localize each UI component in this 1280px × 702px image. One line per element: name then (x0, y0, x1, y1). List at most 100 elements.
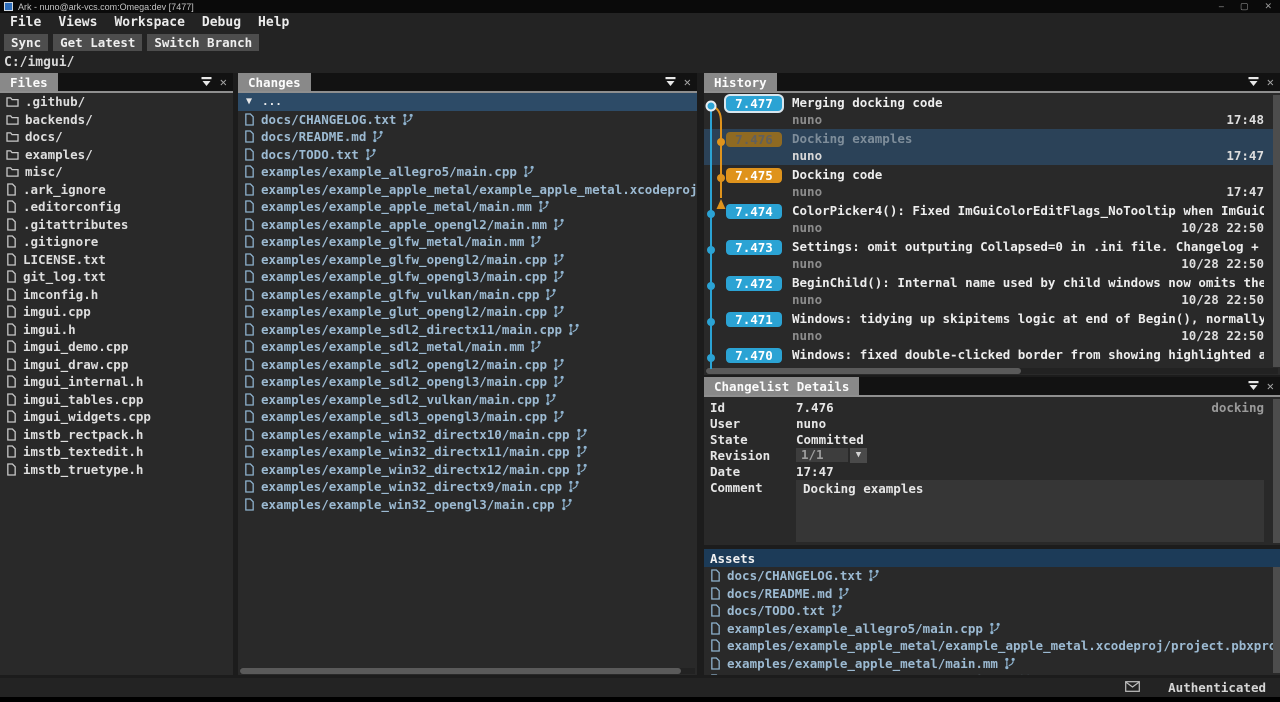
file-tree-item[interactable]: imgui_widgets.cpp (0, 408, 233, 426)
changed-file-row[interactable]: examples/example_sdl3_opengl3/main.cpp (238, 408, 697, 426)
menu-item[interactable]: File (10, 15, 41, 30)
file-tree-item[interactable]: imgui.h (0, 321, 233, 339)
revision-dropdown[interactable]: ▼ (850, 448, 867, 463)
changed-file-row[interactable]: docs/README.md (238, 128, 697, 146)
file-tree-item[interactable]: imgui_tables.cpp (0, 391, 233, 409)
changed-file-row[interactable]: examples/example_sdl2_vulkan/main.cpp (238, 391, 697, 409)
filter-icon[interactable] (1248, 77, 1259, 87)
toolbar-button[interactable]: Sync (4, 34, 48, 51)
filter-icon[interactable] (665, 77, 676, 87)
changed-file-row[interactable]: examples/example_apple_opengl2/main.mm (238, 216, 697, 234)
file-tree-item[interactable]: LICENSE.txt (0, 251, 233, 269)
changed-file-row[interactable]: examples/example_win32_directx11/main.cp… (238, 443, 697, 461)
changed-file-row[interactable]: examples/example_sdl2_opengl2/main.cpp (238, 356, 697, 374)
file-tree-item[interactable]: .editorconfig (0, 198, 233, 216)
changed-file-row[interactable]: examples/example_sdl2_metal/main.mm (238, 338, 697, 356)
close-icon[interactable]: ✕ (684, 76, 691, 88)
file-tree-item[interactable]: imgui.cpp (0, 303, 233, 321)
history-commit-row[interactable]: 7.474 ColorPicker4(): Fixed ImGuiColorEd… (704, 201, 1280, 237)
changes-horizontal-scrollbar[interactable] (240, 668, 695, 674)
file-tree-item[interactable]: imgui_draw.cpp (0, 356, 233, 374)
toolbar-button[interactable]: Get Latest (53, 34, 142, 51)
file-tree-item[interactable]: misc/ (0, 163, 233, 181)
asset-file-row[interactable]: examples/example_apple_metal/example_app… (704, 637, 1280, 655)
changed-file-row[interactable]: examples/example_apple_metal/example_app… (238, 181, 697, 199)
file-tree-item[interactable]: .github/ (0, 93, 233, 111)
file-tree-item[interactable]: .ark_ignore (0, 181, 233, 199)
history-commit-row[interactable]: 7.476 Docking examples nuno 17:47 (704, 129, 1280, 165)
history-commit-row[interactable]: 7.475 Docking code nuno 17:47 (704, 165, 1280, 201)
changed-file-row[interactable]: examples/example_win32_directx12/main.cp… (238, 461, 697, 479)
file-tree-item[interactable]: .gitattributes (0, 216, 233, 234)
changes-panel-tab[interactable]: Changes (238, 73, 311, 91)
close-icon[interactable]: ✕ (1267, 380, 1274, 392)
file-tree-item[interactable]: imgui_internal.h (0, 373, 233, 391)
changed-file-row[interactable]: examples/example_win32_directx9/main.cpp (238, 478, 697, 496)
changed-file-row[interactable]: examples/example_glfw_opengl3/main.cpp (238, 268, 697, 286)
menu-item[interactable]: Views (58, 15, 97, 30)
file-tree-item[interactable]: examples/ (0, 146, 233, 164)
changed-file-row[interactable]: examples/example_apple_metal/main.mm (238, 198, 697, 216)
changes-root-row[interactable]: ▼ ... (238, 93, 697, 111)
assets-vertical-scrollbar[interactable] (1273, 567, 1280, 673)
file-tree-item[interactable]: backends/ (0, 111, 233, 129)
asset-file-row[interactable]: examples/example_allegro5/main.cpp (704, 620, 1280, 638)
changed-file-row[interactable]: examples/example_win32_directx10/main.cp… (238, 426, 697, 444)
file-tree-item[interactable]: .gitignore (0, 233, 233, 251)
details-panel-tab[interactable]: Changelist Details (704, 377, 859, 395)
revision-value[interactable]: 1/1 (796, 448, 848, 462)
changed-file-row[interactable]: examples/example_glfw_metal/main.mm (238, 233, 697, 251)
changed-file-row[interactable]: examples/example_allegro5/main.cpp (238, 163, 697, 181)
commit-id-badge: 7.471 (726, 312, 782, 327)
close-icon[interactable]: ✕ (220, 76, 227, 88)
file-tree-item[interactable]: imstb_textedit.h (0, 443, 233, 461)
commit-id-badge: 7.474 (726, 204, 782, 219)
changed-file-row[interactable]: examples/example_glfw_opengl2/main.cpp (238, 251, 697, 269)
history-commit-row[interactable]: 7.477 Merging docking code nuno 17:48 (704, 93, 1280, 129)
changed-file-row[interactable]: docs/TODO.txt (238, 146, 697, 164)
changed-file-row[interactable]: examples/example_sdl2_opengl3/main.cpp (238, 373, 697, 391)
history-vertical-scrollbar[interactable] (1273, 95, 1280, 367)
asset-file-row[interactable]: docs/TODO.txt (704, 602, 1280, 620)
files-panel-tab[interactable]: Files (0, 73, 58, 91)
asset-file-row[interactable]: docs/README.md (704, 585, 1280, 603)
file-tree-item[interactable]: docs/ (0, 128, 233, 146)
file-tree-item[interactable]: imconfig.h (0, 286, 233, 304)
file-tree-item[interactable]: imstb_rectpack.h (0, 426, 233, 444)
mail-icon[interactable] (1125, 680, 1140, 695)
file-icon (244, 305, 255, 318)
changed-file-row[interactable]: examples/example_win32_opengl3/main.cpp (238, 496, 697, 514)
close-icon[interactable]: ✕ (1267, 76, 1274, 88)
asset-file-row[interactable]: examples/example_apple_metal/main.mm (704, 655, 1280, 673)
history-panel-tab[interactable]: History (704, 73, 777, 91)
asset-file-row[interactable]: examples/example_apple_opengl2/main.mm (704, 672, 1280, 675)
changed-file-row[interactable]: docs/CHANGELOG.txt (238, 111, 697, 129)
history-commit-row[interactable]: 7.470 Windows: fixed double-clicked bord… (704, 345, 1280, 367)
menu-item[interactable]: Debug (202, 15, 241, 30)
comment-textarea[interactable]: Docking examples (796, 480, 1264, 542)
history-commit-row[interactable]: 7.471 Windows: tidying up skipitems logi… (704, 309, 1280, 345)
file-name: imgui_draw.cpp (23, 357, 128, 372)
minimize-button[interactable]: – (1219, 2, 1224, 11)
changed-file-row[interactable]: examples/example_sdl2_directx11/main.cpp (238, 321, 697, 339)
asset-file-row[interactable]: docs/CHANGELOG.txt (704, 567, 1280, 585)
collapse-arrow-icon[interactable]: ▼ (246, 96, 252, 107)
maximize-button[interactable]: ▢ (1240, 2, 1249, 11)
close-button[interactable]: ✕ (1264, 2, 1272, 11)
filter-icon[interactable] (201, 77, 212, 87)
file-tree-item[interactable]: git_log.txt (0, 268, 233, 286)
menu-item[interactable]: Help (258, 15, 289, 30)
details-vertical-scrollbar[interactable] (1273, 399, 1280, 543)
history-horizontal-scrollbar[interactable] (706, 368, 1278, 374)
commit-message: Docking examples (792, 131, 1264, 148)
filter-icon[interactable] (1248, 381, 1259, 391)
toolbar-button[interactable]: Switch Branch (147, 34, 259, 51)
file-icon (244, 410, 255, 423)
history-commit-row[interactable]: 7.473 Settings: omit outputing Collapsed… (704, 237, 1280, 273)
file-tree-item[interactable]: imgui_demo.cpp (0, 338, 233, 356)
menu-item[interactable]: Workspace (114, 15, 184, 30)
history-commit-row[interactable]: 7.472 BeginChild(): Internal name used b… (704, 273, 1280, 309)
changed-file-row[interactable]: examples/example_glut_opengl2/main.cpp (238, 303, 697, 321)
changed-file-row[interactable]: examples/example_glfw_vulkan/main.cpp (238, 286, 697, 304)
file-tree-item[interactable]: imstb_truetype.h (0, 461, 233, 479)
